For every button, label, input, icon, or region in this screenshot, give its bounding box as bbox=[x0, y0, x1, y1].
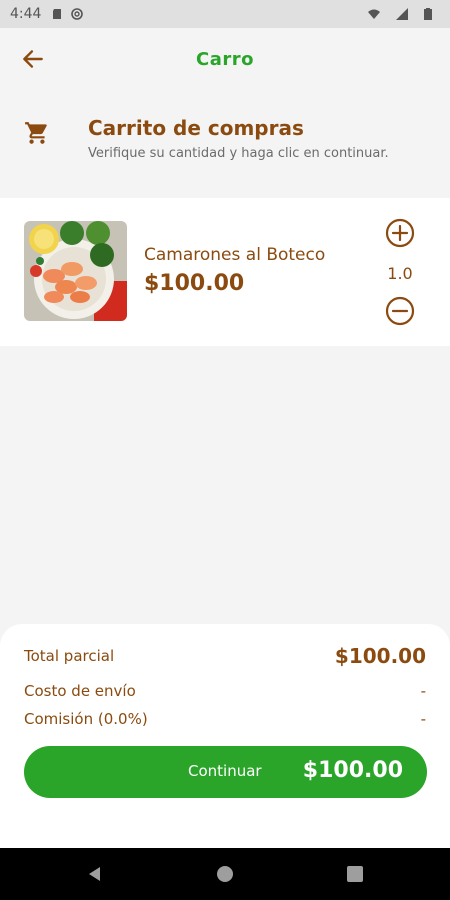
continue-button[interactable]: Continuar $100.00 bbox=[24, 746, 427, 798]
nav-recents-icon[interactable] bbox=[345, 864, 365, 884]
status-time: 4:44 bbox=[10, 6, 42, 22]
item-quantity: 1.0 bbox=[387, 264, 413, 283]
app-bar: Carro bbox=[0, 28, 450, 90]
signal-icon bbox=[396, 8, 408, 20]
shopping-cart-icon bbox=[25, 122, 47, 144]
system-nav-bar bbox=[0, 848, 450, 900]
status-indicators bbox=[368, 8, 440, 20]
page-title: Carro bbox=[196, 48, 254, 70]
commission-row: Comisión (0.0%) - bbox=[24, 710, 426, 728]
commission-label: Comisión (0.0%) bbox=[24, 710, 148, 728]
nav-home-icon[interactable] bbox=[215, 864, 235, 884]
status-bar: 4:44 bbox=[0, 0, 450, 28]
continue-button-total: $100.00 bbox=[302, 758, 403, 783]
wifi-icon bbox=[368, 9, 380, 19]
cart-subtitle: Verifique su cantidad y haga clic en con… bbox=[88, 146, 389, 161]
back-arrow-icon[interactable] bbox=[20, 46, 46, 72]
nav-back-icon[interactable] bbox=[85, 864, 105, 884]
shipping-row: Costo de envío - bbox=[24, 682, 426, 700]
battery-icon bbox=[424, 8, 432, 20]
increase-quantity-icon[interactable] bbox=[385, 218, 415, 248]
item-name: Camarones al Boteco bbox=[144, 245, 326, 265]
at-sign-icon bbox=[71, 8, 84, 20]
subtotal-value: $100.00 bbox=[334, 644, 426, 668]
sd-card-icon bbox=[53, 9, 62, 19]
cart-item: Camarones al Boteco $100.00 1.0 bbox=[0, 198, 450, 346]
shipping-value: - bbox=[420, 682, 426, 700]
subtotal-row: Total parcial $100.00 bbox=[24, 644, 426, 668]
cart-title: Carrito de compras bbox=[88, 116, 304, 140]
item-price: $100.00 bbox=[144, 271, 245, 296]
order-summary: Total parcial $100.00 Costo de envío - C… bbox=[0, 624, 450, 848]
shipping-label: Costo de envío bbox=[24, 682, 136, 700]
decrease-quantity-icon[interactable] bbox=[385, 296, 415, 326]
commission-value: - bbox=[420, 710, 426, 728]
continue-button-label: Continuar bbox=[188, 762, 262, 780]
cart-header: Carrito de compras Verifique su cantidad… bbox=[0, 110, 450, 180]
item-image bbox=[24, 221, 127, 321]
subtotal-label: Total parcial bbox=[24, 647, 115, 665]
